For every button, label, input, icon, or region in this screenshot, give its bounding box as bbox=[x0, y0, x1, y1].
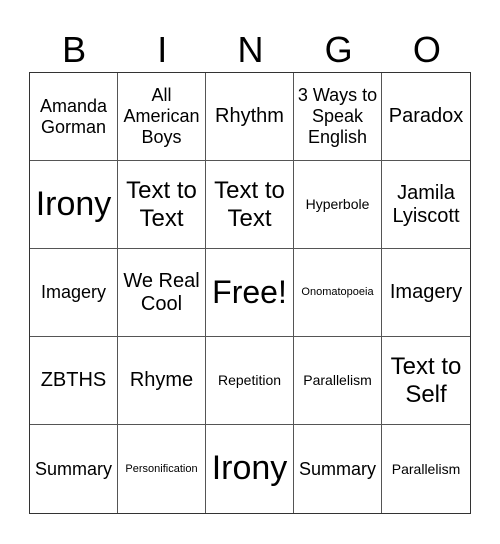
bingo-cell[interactable]: Personification bbox=[118, 425, 206, 513]
bingo-cell-free[interactable]: Free! bbox=[206, 249, 294, 337]
header-letter-n: N bbox=[237, 29, 264, 70]
bingo-cell[interactable]: Irony bbox=[30, 161, 118, 249]
bingo-cell[interactable]: Amanda Gorman bbox=[30, 73, 118, 161]
bingo-cell[interactable]: Rhythm bbox=[206, 73, 294, 161]
bingo-cell-label: ZBTHS bbox=[40, 369, 107, 391]
bingo-cell-label: Text to Self bbox=[390, 352, 462, 408]
bingo-cell-label: Paradox bbox=[388, 105, 464, 127]
bingo-cell-label: Parallelism bbox=[303, 372, 372, 389]
bingo-cell[interactable]: All American Boys bbox=[118, 73, 206, 161]
bingo-cell[interactable]: Onomatopoeia bbox=[294, 249, 382, 337]
bingo-cell[interactable]: Summary bbox=[294, 425, 382, 513]
bingo-cell[interactable]: Repetition bbox=[206, 337, 294, 425]
bingo-cell[interactable]: Jamila Lyiscott bbox=[382, 161, 470, 249]
header-letter-g: G bbox=[324, 29, 353, 70]
bingo-cell-label: We Real Cool bbox=[123, 269, 200, 315]
bingo-cell-label: Repetition bbox=[217, 372, 282, 389]
bingo-cell-label: Summary bbox=[34, 458, 112, 479]
bingo-cell[interactable]: Text to Self bbox=[382, 337, 470, 425]
bingo-cell-label: Rhythm bbox=[215, 105, 284, 127]
bingo-cell-label: Parallelism bbox=[391, 460, 461, 477]
bingo-cell[interactable]: We Real Cool bbox=[118, 249, 206, 337]
bingo-cell-label: Rhyme bbox=[129, 369, 194, 391]
header-letter-b: B bbox=[62, 29, 87, 70]
bingo-cell-label: Irony bbox=[211, 449, 288, 488]
bingo-cell[interactable]: Hyperbole bbox=[294, 161, 382, 249]
bingo-cell-label: Text to Text bbox=[126, 176, 197, 232]
bingo-card-grid: Amanda Gorman All American Boys Rhythm 3 Wa… bbox=[29, 72, 471, 514]
bingo-cell[interactable]: 3 Ways to Speak English bbox=[294, 73, 382, 161]
bingo-cell[interactable]: ZBTHS bbox=[30, 337, 118, 425]
bingo-cell-label: Imagery bbox=[389, 281, 463, 303]
bingo-cell[interactable]: Imagery bbox=[30, 249, 118, 337]
bingo-cell[interactable]: Paradox bbox=[382, 73, 470, 161]
bingo-cell-label: 3 Ways to Speak English bbox=[297, 85, 378, 147]
bingo-cell-label: Amanda Gorman bbox=[39, 95, 108, 137]
bingo-cell-label: All American Boys bbox=[123, 85, 200, 147]
bingo-cell[interactable]: Summary bbox=[30, 425, 118, 513]
bingo-cell-label: Imagery bbox=[40, 282, 107, 303]
bingo-cell-label: Irony bbox=[35, 184, 112, 223]
bingo-cell[interactable]: Parallelism bbox=[382, 425, 470, 513]
bingo-cell[interactable]: Parallelism bbox=[294, 337, 382, 425]
bingo-cell-label: Text to Text bbox=[214, 176, 285, 232]
bingo-cell-label: Jamila Lyiscott bbox=[392, 181, 460, 227]
header-letter-i: I bbox=[157, 29, 168, 70]
bingo-cell[interactable]: Rhyme bbox=[118, 337, 206, 425]
bingo-cell-label: Personification bbox=[125, 462, 198, 475]
header-letter-o: O bbox=[412, 29, 441, 70]
bingo-cell[interactable]: Imagery bbox=[382, 249, 470, 337]
bingo-cell[interactable]: Irony bbox=[206, 425, 294, 513]
bingo-cell-label: Onomatopoeia bbox=[301, 286, 374, 299]
bingo-cell-label: Free! bbox=[212, 274, 287, 311]
bingo-header: B I N G O bbox=[30, 28, 471, 72]
bingo-cell-label: Summary bbox=[298, 458, 376, 479]
bingo-cell-label: Hyperbole bbox=[305, 196, 370, 213]
bingo-cell[interactable]: Text to Text bbox=[206, 161, 294, 249]
bingo-cell[interactable]: Text to Text bbox=[118, 161, 206, 249]
